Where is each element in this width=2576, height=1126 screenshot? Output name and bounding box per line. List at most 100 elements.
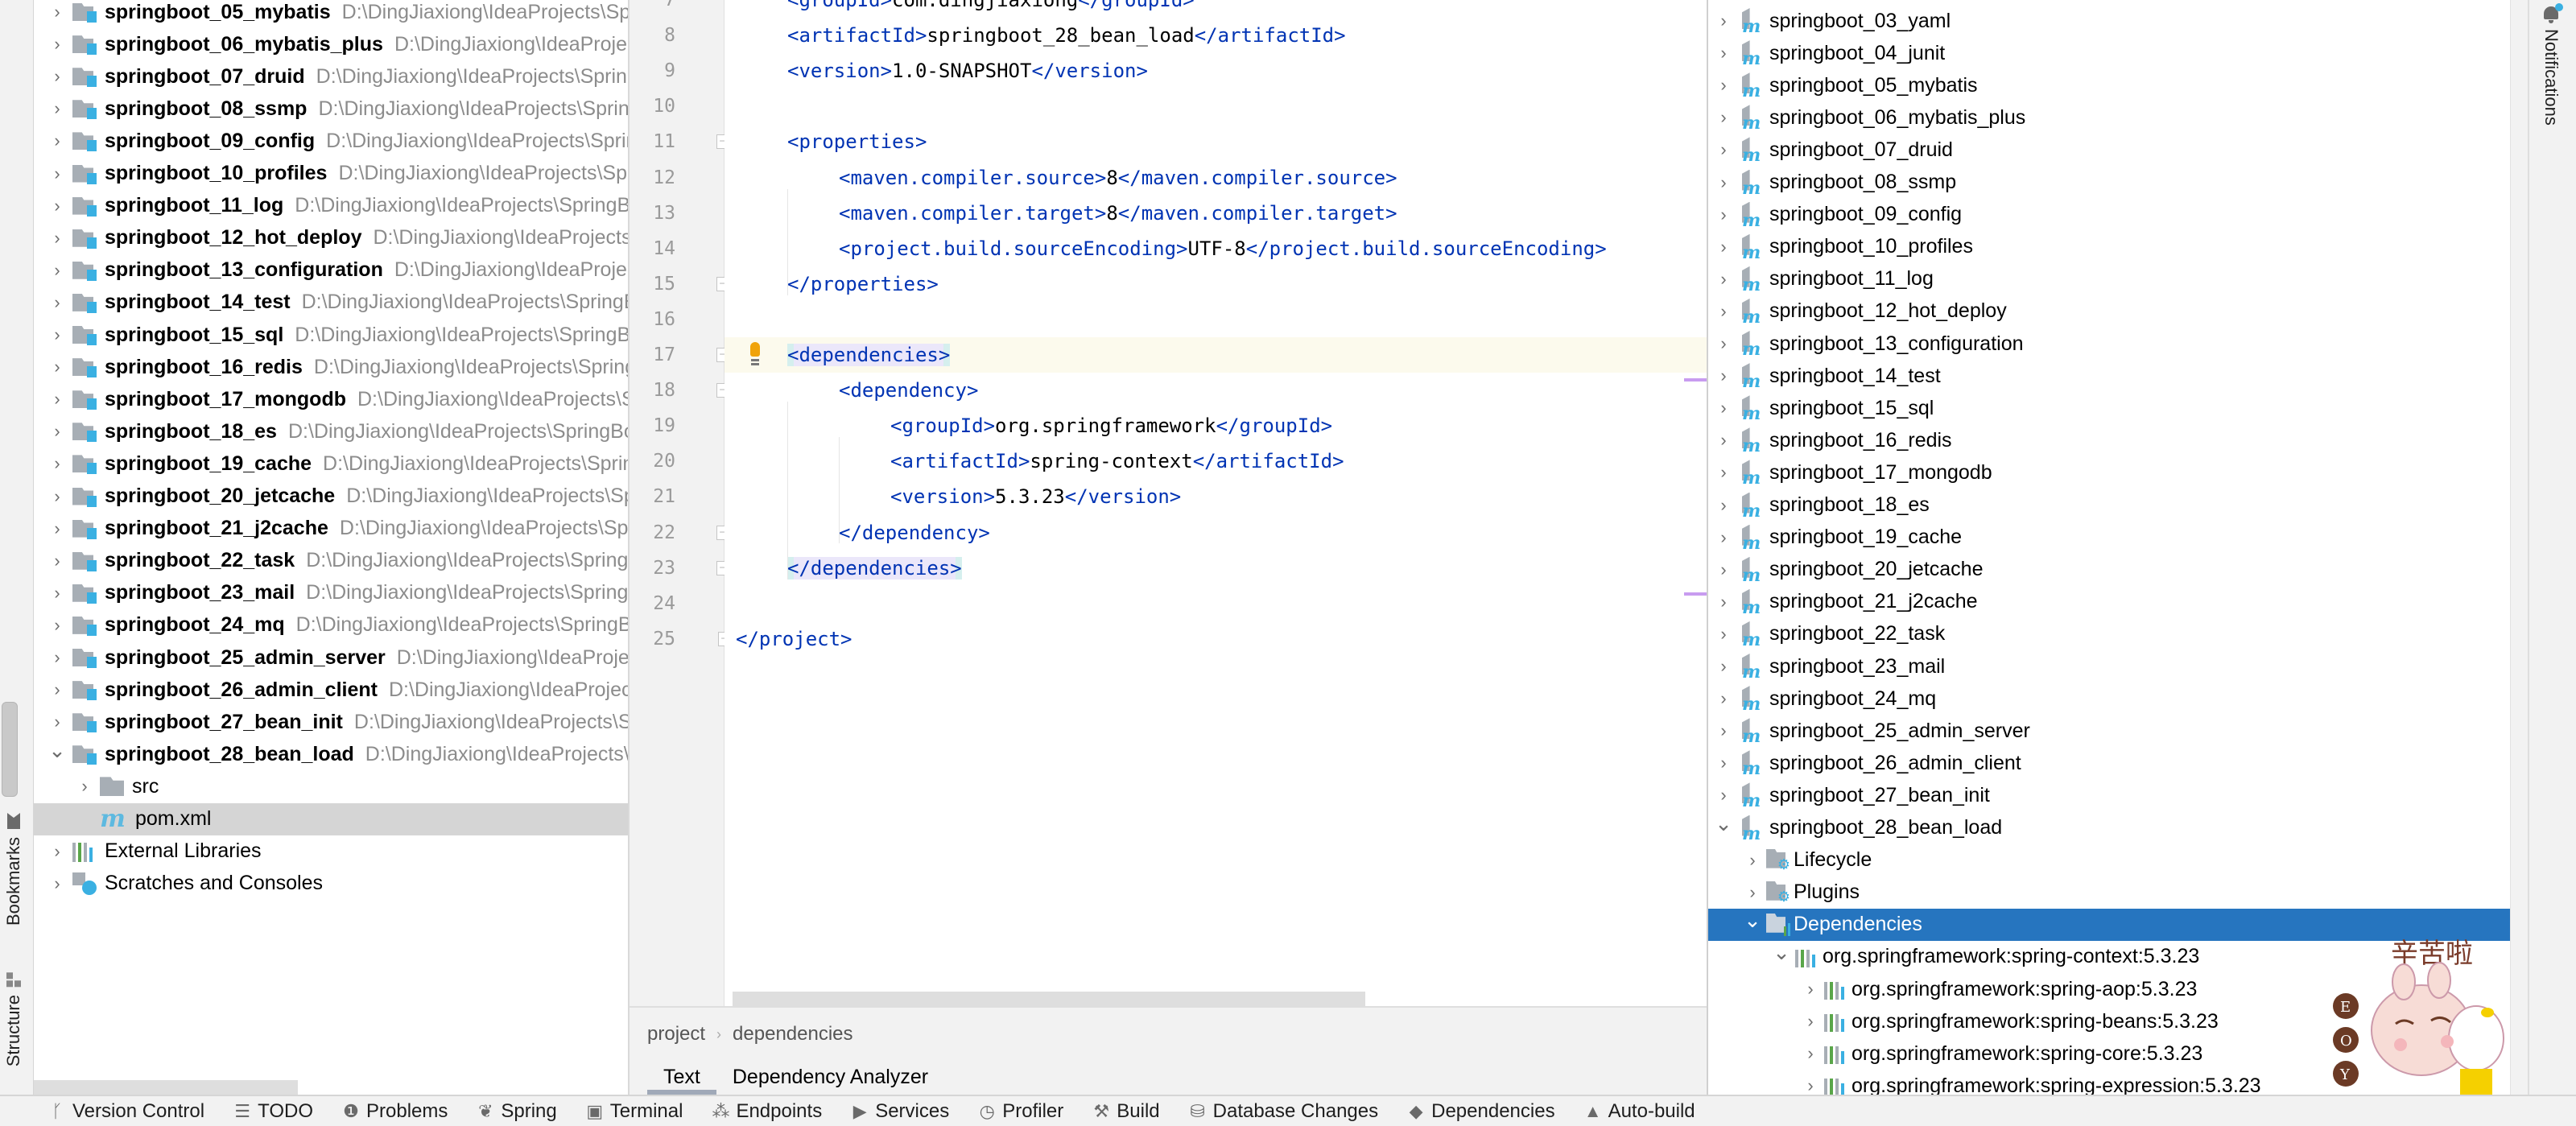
chevron-right-icon[interactable]: › [1715, 204, 1732, 225]
maven-project-item[interactable]: › m springboot_05_mybatis [1708, 69, 2528, 101]
toolwindow-button-dependencies[interactable]: ◆ Dependencies [1407, 1100, 1555, 1123]
chevron-right-icon[interactable]: › [48, 583, 66, 603]
project-tree-item[interactable]: › springboot_21_j2cache D:\DingJiaxiong\Id… [34, 513, 628, 545]
maven-project-item[interactable]: › m springboot_16_redis [1708, 424, 2528, 456]
chevron-right-icon[interactable]: › [1715, 75, 1732, 95]
maven-project-item[interactable]: › m springboot_26_admin_client [1708, 747, 2528, 779]
chevron-right-icon[interactable]: › [48, 679, 66, 699]
chevron-right-icon[interactable]: › [48, 647, 66, 667]
chevron-right-icon[interactable]: › [1715, 172, 1732, 192]
chevron-right-icon[interactable]: › [48, 34, 66, 54]
chevron-right-icon[interactable]: › [1715, 559, 1732, 579]
toolwindow-button-spring[interactable]: ❦ Spring [477, 1100, 557, 1123]
change-marker[interactable] [1684, 378, 1707, 382]
maven-project-item[interactable]: › m springboot_11_log [1708, 263, 2528, 295]
maven-project-item[interactable]: › m springboot_19_cache [1708, 522, 2528, 554]
maven-project-item[interactable]: › m springboot_09_config [1708, 199, 2528, 231]
chevron-right-icon[interactable]: › [48, 357, 66, 377]
chevron-right-icon[interactable]: › [48, 486, 66, 506]
toolwindow-button-auto-build[interactable]: ▲ Auto-build [1584, 1100, 1695, 1123]
maven-project-item[interactable]: › m springboot_23_mail [1708, 650, 2528, 683]
chevron-right-icon[interactable]: › [1802, 1011, 1819, 1031]
chevron-right-icon[interactable]: › [1715, 495, 1732, 515]
chevron-right-icon[interactable]: › [1715, 139, 1732, 159]
maven-project-item[interactable]: › m springboot_18_es [1708, 489, 2528, 522]
chevron-right-icon[interactable]: › [1715, 527, 1732, 547]
chevron-down-icon[interactable]: ⌄ [1773, 940, 1790, 964]
chevron-right-icon[interactable]: › [48, 518, 66, 538]
chevron-right-icon[interactable]: › [1715, 107, 1732, 127]
project-tree-item[interactable]: ⌄ springboot_28_bean_load D:\DingJiaxiong\… [34, 738, 628, 770]
toolwindow-button-endpoints[interactable]: ⁂ Endpoints [712, 1100, 822, 1123]
chevron-right-icon[interactable]: › [1715, 10, 1732, 31]
maven-project-item[interactable]: › m springboot_13_configuration [1708, 328, 2528, 360]
project-tree-item[interactable]: › springboot_09_config D:\DingJiaxiong\Ide… [34, 125, 628, 157]
maven-project-item[interactable]: › m springboot_22_task [1708, 618, 2528, 650]
maven-project-item[interactable]: › m springboot_24_mq [1708, 683, 2528, 715]
project-tree-item[interactable]: › springboot_11_log D:\DingJiaxiong\IdeaPr… [34, 190, 628, 222]
project-horizontal-scrollbar[interactable] [34, 1080, 298, 1095]
chevron-right-icon[interactable]: › [48, 615, 66, 635]
chevron-right-icon[interactable]: › [1715, 333, 1732, 353]
project-tree-item[interactable]: › springboot_19_cache D:\DingJiaxiong\Idea… [34, 448, 628, 480]
chevron-right-icon[interactable]: › [48, 66, 66, 86]
maven-section-plugins[interactable]: › ⚙ Plugins [1708, 876, 2528, 909]
chevron-right-icon[interactable]: › [76, 776, 93, 796]
project-tree-item[interactable]: › springboot_08_ssmp D:\DingJiaxiong\IdeaP… [34, 93, 628, 125]
maven-project-item[interactable]: › m springboot_10_profiles [1708, 231, 2528, 263]
maven-vertical-scrollbar[interactable] [2510, 0, 2528, 1095]
maven-project-item[interactable]: › m springboot_06_mybatis_plus [1708, 101, 2528, 134]
project-tree-item[interactable]: › springboot_26_admin_client D:\DingJiaxio… [34, 674, 628, 706]
chevron-right-icon[interactable]: › [1715, 688, 1732, 708]
project-tree-item[interactable]: › springboot_05_mybatis D:\DingJiaxiong\Id… [34, 0, 628, 28]
notifications-tab[interactable]: Notifications [2541, 3, 2563, 126]
chevron-right-icon[interactable]: › [48, 841, 66, 861]
chevron-right-icon[interactable]: › [48, 228, 66, 248]
chevron-right-icon[interactable]: › [48, 98, 66, 118]
project-tree-item[interactable]: › springboot_15_sql D:\DingJiaxiong\IdeaPr… [34, 319, 628, 351]
chevron-right-icon[interactable]: › [1715, 237, 1732, 257]
maven-project-item[interactable]: › m springboot_04_junit [1708, 37, 2528, 69]
toolwindow-button-version-control[interactable]: ᚴ Version Control [48, 1100, 204, 1123]
toolwindow-button-terminal[interactable]: ▣ Terminal [586, 1100, 683, 1123]
chevron-right-icon[interactable]: › [1715, 430, 1732, 450]
tab-dependency-analyzer[interactable]: Dependency Analyzer [716, 1061, 944, 1095]
chevron-right-icon[interactable]: › [48, 196, 66, 216]
chevron-right-icon[interactable]: › [1715, 269, 1732, 289]
chevron-right-icon[interactable]: › [48, 873, 66, 893]
chevron-right-icon[interactable]: › [1715, 753, 1732, 773]
chevron-right-icon[interactable]: › [48, 389, 66, 409]
project-tree-item[interactable]: › springboot_14_test D:\DingJiaxiong\IdeaP… [34, 287, 628, 319]
editor-horizontal-scrollbar[interactable] [733, 992, 1365, 1006]
chevron-right-icon[interactable]: › [48, 711, 66, 732]
chevron-right-icon[interactable]: › [1715, 785, 1732, 805]
project-tree-item[interactable]: › springboot_18_es D:\DingJiaxiong\IdeaPro… [34, 415, 628, 448]
chevron-right-icon[interactable]: › [48, 163, 66, 184]
chevron-right-icon[interactable]: › [1802, 1043, 1819, 1063]
project-tree-item[interactable]: › springboot_12_hot_deploy D:\DingJiaxiong… [34, 222, 628, 254]
chevron-right-icon[interactable]: › [1715, 365, 1732, 386]
project-tree-item[interactable]: › springboot_06_mybatis_plus D:\DingJiaxio… [34, 28, 628, 60]
project-tree-item[interactable]: › springboot_27_bean_init D:\DingJiaxiong\… [34, 706, 628, 738]
maven-project-item[interactable]: › m springboot_21_j2cache [1708, 586, 2528, 618]
maven-project-item-expanded[interactable]: ⌄ m springboot_28_bean_load [1708, 811, 2528, 844]
project-tree-item-pom[interactable]: m pom.xml [34, 802, 628, 835]
project-tree-item[interactable]: › springboot_23_mail D:\DingJiaxiong\IdeaP… [34, 577, 628, 609]
code-editor[interactable]: <groupId>com.dingjiaxiong</groupId> <arti… [724, 0, 1707, 1006]
chevron-right-icon[interactable]: › [48, 292, 66, 312]
chevron-down-icon[interactable]: ⌄ [1744, 908, 1761, 932]
chevron-right-icon[interactable]: › [48, 453, 66, 473]
tab-text[interactable]: Text [647, 1061, 716, 1095]
chevron-right-icon[interactable]: › [48, 260, 66, 280]
chevron-right-icon[interactable]: › [1715, 398, 1732, 418]
project-tree-item[interactable]: › springboot_24_mq D:\DingJiaxiong\IdeaPro… [34, 609, 628, 641]
project-tree-item-external-libraries[interactable]: › External Libraries [34, 835, 628, 868]
maven-project-item[interactable]: › m springboot_03_yaml [1708, 5, 2528, 37]
chevron-right-icon[interactable]: › [1715, 462, 1732, 482]
project-tree-item-src[interactable]: › src [34, 770, 628, 802]
toolwindow-button-build[interactable]: ⚒ Build [1092, 1100, 1159, 1123]
chevron-right-icon[interactable]: › [1715, 656, 1732, 676]
chevron-right-icon[interactable]: › [1802, 1075, 1819, 1095]
project-tree-item[interactable]: › springboot_17_mongodb D:\DingJiaxiong\Id… [34, 383, 628, 415]
project-tree-item[interactable]: › springboot_20_jetcache D:\DingJiaxiong\I… [34, 481, 628, 513]
